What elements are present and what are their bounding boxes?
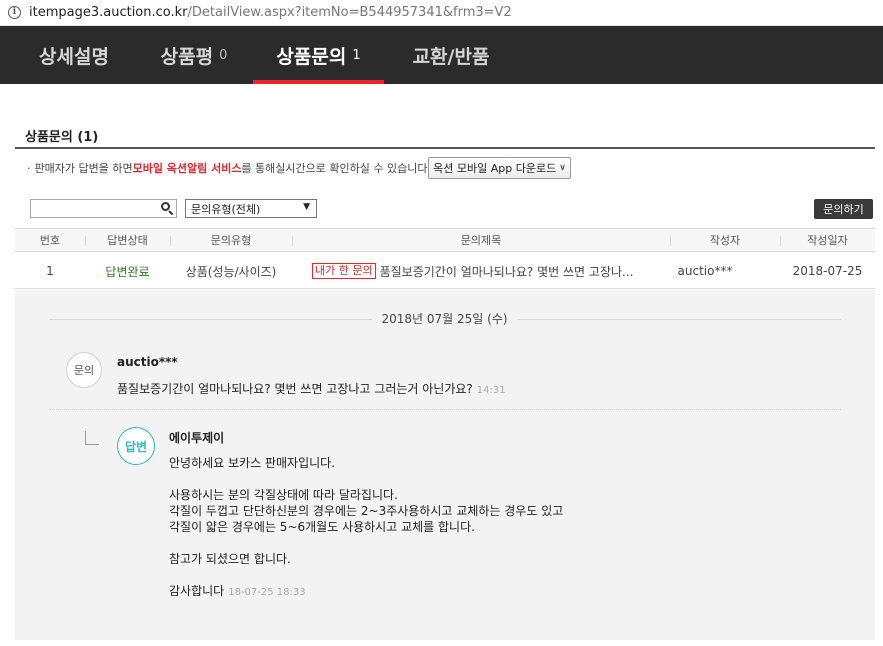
chevron-down-icon: ∨ <box>559 163 566 173</box>
address-bar[interactable]: i itempage3.auction.co.kr /DetailView.as… <box>0 0 883 26</box>
question-time: 14:31 <box>476 385 506 396</box>
qa-divider <box>49 409 841 410</box>
question-text: 품질보증기간이 얼마나되나요? 몇번 쓰면 고장나고 그러는거 아닌가요? 14:… <box>117 382 506 396</box>
search-icon[interactable] <box>161 202 174 216</box>
col-header-date: 작성일자 <box>807 234 848 247</box>
row-type: 상품(성능/사이즈) <box>185 264 277 279</box>
ask-question-button[interactable]: 문의하기 <box>814 199 873 219</box>
col-header-author: 작성자 <box>709 234 741 247</box>
col-header-no: 번호 <box>39 234 61 247</box>
tab-count: 1 <box>352 47 361 63</box>
answer-body: 안녕하세요 보카스 판매자입니다. 사용하시는 분의 각질상태에 따라 달라집니… <box>169 456 564 598</box>
question-author: auctio*** <box>117 355 178 369</box>
inquiry-type-select[interactable]: 문의유형(전체) ▼ <box>185 199 317 218</box>
notice-text: · 판매자가 답변을 하면 모바일 옥션알림 서비스 를 통해실시간으로 확인하실… <box>27 161 431 176</box>
info-icon[interactable]: i <box>8 6 21 19</box>
notice-highlight: 모바일 옥션알림 서비스 <box>132 162 242 175</box>
url-host: itempage3.auction.co.kr <box>29 5 188 20</box>
row-title[interactable]: 내가 한 문의 품질보증기간이 얼마나되나요? 몇번 쓰면 고장나... <box>312 253 670 289</box>
bullet-icon: · <box>27 161 31 175</box>
col-header-title: 문의제목 <box>460 234 502 247</box>
section-divider <box>15 147 875 149</box>
answer-avatar: 답변 <box>117 427 155 465</box>
search-input[interactable] <box>30 199 177 218</box>
tab-reviews[interactable]: 상품평 0 <box>148 26 240 84</box>
dropdown-arrow-icon: ▼ <box>303 202 310 212</box>
tab-exchange-return[interactable]: 교환/반품 <box>398 26 504 84</box>
answer-time: 18-07-25 18:33 <box>228 587 306 598</box>
app-download-button[interactable]: 옥션 모바일 App 다운로드 ∨ <box>428 157 571 179</box>
detail-date: 2018년 07월 25일 (수) <box>381 312 508 326</box>
row-author: auctio*** <box>677 264 733 278</box>
row-status: 답변완료 <box>105 264 150 279</box>
table-header: 번호 답변상태 문의유형 문의제목 작성자 작성일자 <box>15 228 875 252</box>
col-header-status: 답변상태 <box>107 234 148 247</box>
answer-author: 에이투제이 <box>169 431 225 445</box>
tab-inquiries[interactable]: 상품문의 1 <box>253 26 384 84</box>
inquiry-detail-panel: 2018년 07월 25일 (수) 문의 auctio*** 품질보증기간이 얼… <box>15 290 875 640</box>
row-date: 2018-07-25 <box>792 264 863 278</box>
url-path: /DetailView.aspx?itemNo=B544957341&frm3=… <box>187 5 512 20</box>
table-row[interactable]: 1 답변완료 상품(성능/사이즈) 내가 한 문의 품질보증기간이 얼마나되나요… <box>15 253 875 289</box>
section-title: 상품문의 (1) <box>25 130 99 145</box>
my-inquiry-badge: 내가 한 문의 <box>312 263 376 279</box>
detail-tab-bar: 상세설명 상품평 0 상품문의 1 교환/반품 <box>0 26 883 84</box>
question-avatar: 문의 <box>66 352 102 388</box>
tab-count: 0 <box>219 47 228 63</box>
col-header-type: 문의유형 <box>210 234 252 247</box>
reply-corner-icon <box>85 431 99 445</box>
tab-description[interactable]: 상세설명 <box>18 26 130 84</box>
row-no: 1 <box>46 264 54 278</box>
